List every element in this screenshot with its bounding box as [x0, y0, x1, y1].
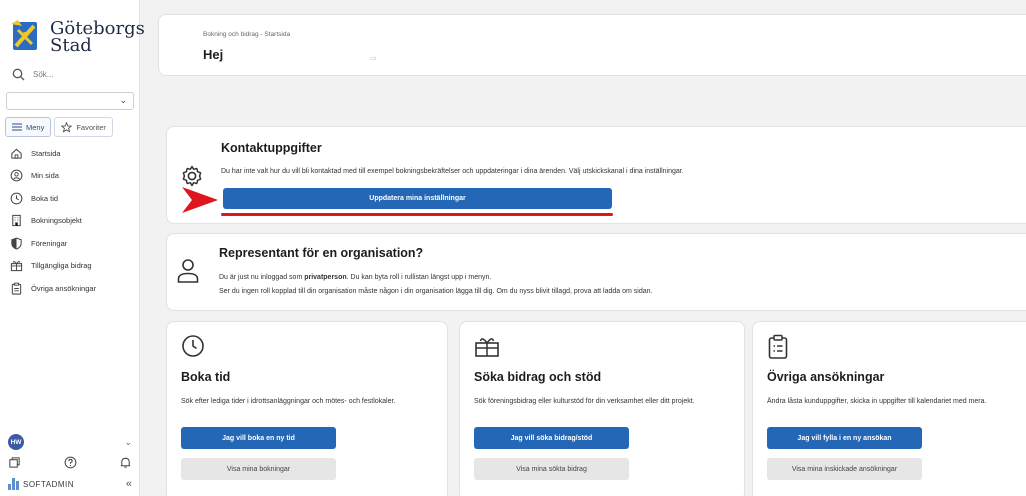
person-icon — [177, 259, 199, 283]
menu-icon — [12, 123, 22, 131]
breadcrumb: Bokning och bidrag - Startsida — [203, 31, 291, 38]
show-applications-button[interactable]: Visa mina inskickade ansökningar — [767, 458, 922, 480]
copy-window-icon[interactable] — [8, 456, 21, 469]
cursor-icon: ⇨ — [370, 54, 377, 63]
page-header: Bokning och bidrag - Startsida Hej ⇨ — [158, 14, 1026, 76]
tile-description: Ändra låsta kunduppgifter, skicka in upp… — [767, 398, 987, 405]
brand-row: SOFTADMIN « — [8, 478, 132, 490]
contact-info-card: Kontaktuppgifter Du har inte valt hur du… — [166, 126, 1026, 224]
contact-title: Kontaktuppgifter — [221, 141, 322, 155]
representative-text-line2: Ser du ingen roll kopplad till din organ… — [219, 288, 653, 295]
logo-text-line2: Stad — [50, 35, 92, 56]
role-name: privatperson — [304, 274, 347, 281]
help-icon[interactable] — [64, 456, 77, 469]
search-icon — [12, 68, 25, 81]
show-grants-button[interactable]: Visa mina sökta bidrag — [474, 458, 629, 480]
book-new-time-button[interactable]: Jag vill boka en ny tid — [181, 427, 336, 449]
tile-description: Sök efter lediga tider i idrottsanläggni… — [181, 398, 396, 405]
tile-soka-bidrag: Söka bidrag och stöd Sök föreningsbidrag… — [459, 321, 745, 496]
tile-ovriga-ansokningar: Övriga ansökningar Ändra låsta kunduppgi… — [752, 321, 1026, 496]
avatar[interactable]: HW — [8, 434, 24, 450]
softadmin-logo-icon — [8, 478, 19, 490]
sidebar-item-bokningsobjekt[interactable]: Bokningsobjekt — [10, 210, 96, 233]
user-menu[interactable]: HW ⌄ — [8, 434, 132, 450]
sidebar-item-boka-tid[interactable]: Boka tid — [10, 187, 96, 210]
shield-icon — [11, 237, 22, 250]
tab-favorites[interactable]: Favoriter — [54, 117, 113, 137]
update-settings-button[interactable]: Uppdatera mina inställningar — [223, 188, 612, 209]
sidebar-tabs: Meny Favoriter — [5, 117, 113, 137]
sidebar-item-label: Övriga ansökningar — [31, 283, 97, 293]
tab-menu[interactable]: Meny — [5, 117, 52, 137]
tile-description: Sök föreningsbidrag eller kulturstöd för… — [474, 398, 695, 405]
star-icon — [61, 121, 73, 133]
page-title: Hej — [203, 47, 224, 62]
annotation-underline — [221, 213, 613, 216]
sidebar-tools — [8, 456, 132, 469]
bell-icon[interactable] — [119, 456, 132, 469]
tile-title: Söka bidrag och stöd — [474, 370, 602, 384]
sidebar: Göteborgs Stad Sök... ⌄ Meny Favoriter S… — [0, 0, 145, 496]
clock-icon — [182, 335, 204, 357]
chevron-down-icon: ⌄ — [119, 95, 127, 105]
tile-title: Boka tid — [181, 370, 231, 384]
sidebar-item-tillgangliga-bidrag[interactable]: Tillgängliga bidrag — [10, 255, 96, 278]
gift-icon — [10, 261, 23, 272]
sidebar-item-ovriga-ansokningar[interactable]: Övriga ansökningar — [10, 277, 96, 300]
user-circle-icon — [10, 169, 23, 182]
contact-text: Du har inte valt hur du vill bli kontakt… — [221, 168, 684, 175]
crest-icon — [11, 20, 37, 50]
representative-text-line1: Du är just nu inloggad som privatperson.… — [219, 274, 492, 281]
softadmin-brand: SOFTADMIN — [8, 478, 74, 490]
sidebar-item-label: Min sida — [31, 171, 59, 181]
sidebar-item-label: Tillgängliga bidrag — [31, 261, 92, 271]
role-select[interactable]: ⌄ — [6, 92, 134, 110]
sidebar-nav: Startsida Min sida Boka tid Bokningsobje… — [10, 142, 96, 300]
clipboard-icon — [768, 334, 788, 359]
apply-grant-button[interactable]: Jag vill söka bidrag/stöd — [474, 427, 629, 449]
goteborgs-stad-logo[interactable]: Göteborgs Stad — [10, 18, 145, 56]
tile-boka-tid: Boka tid Sök efter lediga tider i idrott… — [166, 321, 448, 496]
gift-icon — [475, 338, 499, 357]
sidebar-search[interactable]: Sök... — [12, 68, 53, 81]
annotation-arrow-icon — [182, 187, 218, 213]
tab-favorites-label: Favoriter — [76, 122, 106, 132]
show-bookings-button[interactable]: Visa mina bokningar — [181, 458, 336, 480]
sidebar-item-label: Bokningsobjekt — [31, 216, 82, 226]
sidebar-item-startsida[interactable]: Startsida — [10, 142, 96, 165]
sidebar-item-min-sida[interactable]: Min sida — [10, 165, 96, 188]
brand-label: SOFTADMIN — [23, 479, 75, 489]
representative-title: Representant för en organisation? — [219, 246, 424, 260]
sidebar-item-label: Boka tid — [31, 193, 59, 203]
chevron-down-icon[interactable]: ⌄ — [124, 437, 132, 448]
tab-menu-label: Meny — [26, 122, 45, 132]
sidebar-item-label: Föreningar — [31, 238, 68, 248]
collapse-sidebar-icon[interactable]: « — [126, 478, 132, 490]
new-application-button[interactable]: Jag vill fylla i en ny ansökan — [767, 427, 922, 449]
sidebar-item-label: Startsida — [31, 148, 61, 158]
clipboard-icon — [11, 282, 22, 295]
clock-icon — [10, 192, 23, 205]
sidebar-item-foreningar[interactable]: Föreningar — [10, 232, 96, 255]
building-icon — [12, 215, 21, 227]
home-icon — [11, 148, 22, 159]
search-placeholder: Sök... — [33, 70, 54, 79]
tile-title: Övriga ansökningar — [767, 370, 885, 384]
representative-card: Representant för en organisation? Du är … — [166, 233, 1026, 311]
